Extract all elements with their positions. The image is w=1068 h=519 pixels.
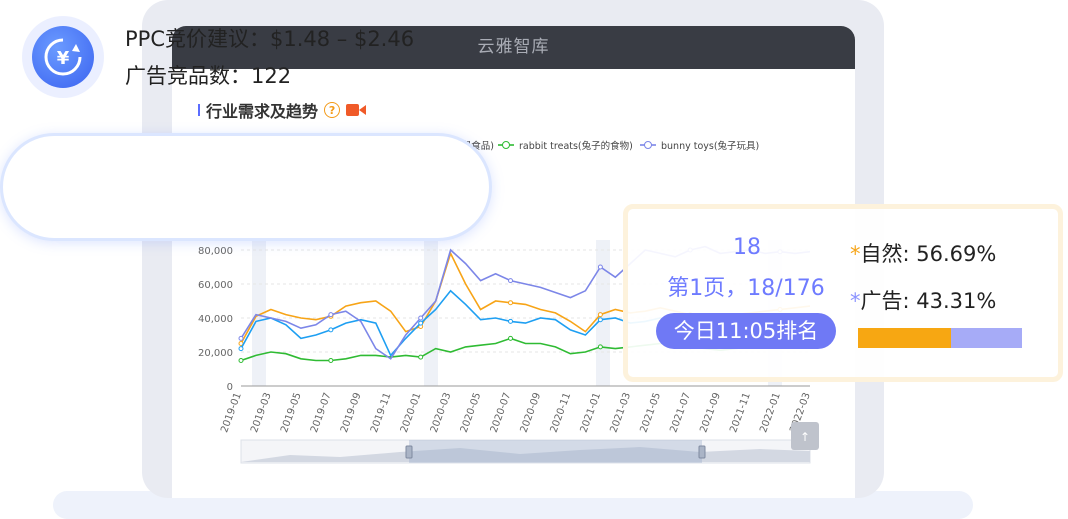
x-tick-label: 2021-03 <box>609 391 634 434</box>
data-point <box>418 315 424 321</box>
yen-refresh-icon: ¥ <box>32 26 94 88</box>
zoom-slider-selection <box>409 440 702 463</box>
data-point <box>508 300 514 306</box>
ad-value: 43.31% <box>916 289 997 313</box>
data-point <box>508 318 514 324</box>
ad-competitor-count: 广告竞品数：122 <box>125 64 292 88</box>
legend-marker <box>502 141 510 149</box>
x-tick-label: 2019-03 <box>249 391 274 434</box>
y-tick-label: 80,000 <box>198 246 233 257</box>
organic-value: 56.69% <box>916 242 997 266</box>
x-tick-label: 2020-07 <box>489 391 514 434</box>
share-bar <box>858 328 1022 348</box>
x-tick-label: 2020-01 <box>399 391 424 434</box>
x-tick-label: 2019-05 <box>279 391 304 434</box>
ad-share-fill <box>950 328 1022 348</box>
data-point <box>597 312 603 318</box>
x-tick-label: 2019-01 <box>219 391 244 434</box>
ad-share-row: *广告: 43.31% <box>850 285 996 315</box>
data-point <box>238 335 244 341</box>
x-tick-label: 2019-09 <box>339 391 364 434</box>
x-tick-label: 2020-11 <box>549 391 574 434</box>
x-tick-label: 2021-11 <box>728 391 753 434</box>
data-point <box>418 354 424 360</box>
organic-share-row: *自然: 56.69% <box>850 238 996 268</box>
data-point <box>238 358 244 363</box>
star-icon: * <box>850 289 861 313</box>
data-point <box>508 278 514 284</box>
y-tick-label: 20,000 <box>198 348 233 359</box>
x-tick-label: 2022-01 <box>758 391 783 434</box>
data-point <box>508 335 514 341</box>
svg-text:¥: ¥ <box>57 48 70 69</box>
rank-page-position: 第1页，18/176 <box>667 276 825 301</box>
data-point <box>238 346 244 352</box>
data-point <box>418 320 424 326</box>
ad-label: 广告: <box>860 289 910 313</box>
rank-time-badge: 今日11:05排名 <box>656 313 836 349</box>
ppc-bid-suggestion: PPC竞价建议：$1.48 – $2.46 <box>125 27 415 51</box>
x-tick-label: 2020-03 <box>429 391 454 434</box>
legend-marker <box>644 141 652 149</box>
x-tick-label: 2019-07 <box>309 391 334 434</box>
x-tick-label: 2019-11 <box>369 391 394 434</box>
x-tick-label: 2021-09 <box>698 391 723 434</box>
x-tick-label: 2020-05 <box>459 391 484 434</box>
data-point <box>597 264 603 270</box>
x-tick-label: 2021-01 <box>579 391 604 434</box>
drag-handle-icon[interactable] <box>405 445 413 459</box>
organic-label: 自然: <box>860 242 910 266</box>
y-tick-label: 40,000 <box>198 314 233 325</box>
organic-share-fill <box>858 328 951 348</box>
x-tick-label: 2021-05 <box>638 391 663 434</box>
x-tick-label: 2021-07 <box>668 391 693 434</box>
star-icon: * <box>850 242 861 266</box>
x-tick-label: 2020-09 <box>519 391 544 434</box>
rank-number: 18 <box>733 235 761 260</box>
y-tick-label: 0 <box>227 382 233 393</box>
data-point <box>597 317 603 323</box>
ppc-suggestion-card <box>0 133 492 241</box>
legend-label: bunny toys(兔子玩具) <box>661 140 759 152</box>
data-point <box>597 344 603 350</box>
y-tick-label: 60,000 <box>198 280 233 291</box>
data-point <box>328 358 334 363</box>
data-point <box>328 327 334 333</box>
data-point <box>328 312 334 318</box>
legend-label: rabbit treats(兔子的食物) <box>519 140 633 152</box>
drag-handle-icon[interactable] <box>698 445 706 459</box>
arrow-up-icon: ↑ <box>800 430 810 444</box>
